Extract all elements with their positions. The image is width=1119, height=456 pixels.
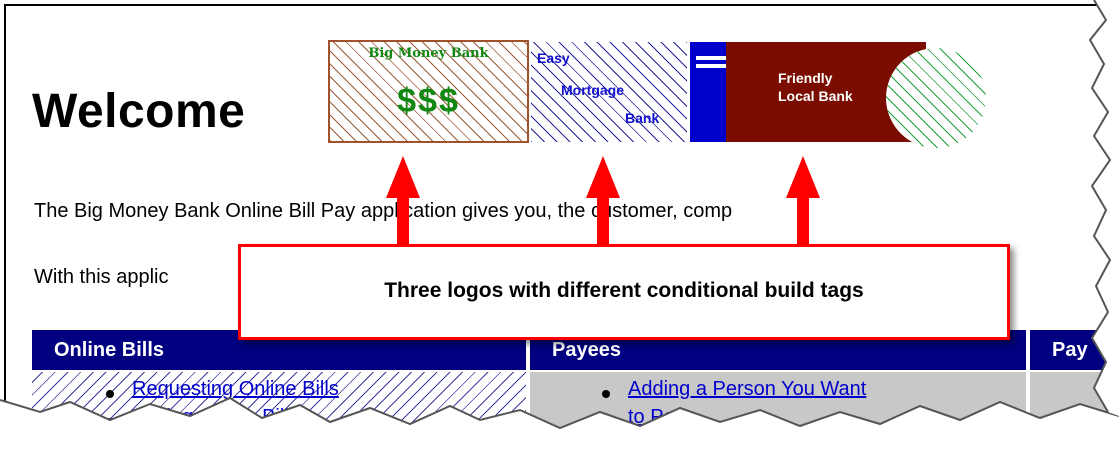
torn-edge-overlay (0, 0, 1119, 456)
